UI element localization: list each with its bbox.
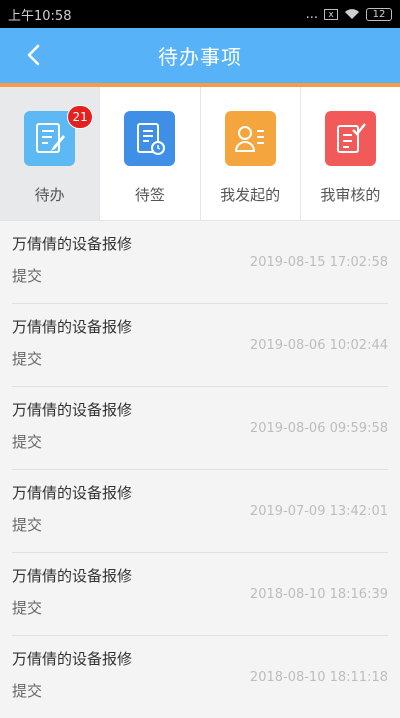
status-icons: ... x 12: [306, 7, 392, 22]
item-action: 提交: [12, 350, 43, 368]
list-item[interactable]: 万倩倩的设备报修 提交 2018-08-10 18:11:18: [12, 636, 388, 718]
tab-reviewed[interactable]: 我审核的: [301, 87, 400, 220]
item-action: 提交: [12, 433, 43, 451]
battery-icon: 12: [366, 7, 392, 21]
item-title: 万倩倩的设备报修: [12, 235, 133, 253]
tab-reviewed-tile: [324, 111, 376, 166]
item-title: 万倩倩的设备报修: [12, 567, 133, 585]
notification-box-icon: x: [324, 8, 338, 20]
tab-to-sign-label: 待签: [134, 186, 165, 204]
wifi-icon: [345, 9, 359, 19]
list-item[interactable]: 万倩倩的设备报修 提交 2018-08-10 18:16:39: [12, 553, 388, 636]
tab-to-sign[interactable]: 待签: [100, 87, 201, 220]
item-action: 提交: [12, 516, 43, 534]
item-action: 提交: [12, 267, 43, 285]
page-title: 待办事项: [158, 45, 242, 69]
list-item[interactable]: 万倩倩的设备报修 提交 2019-08-15 17:02:58: [12, 221, 388, 304]
pending-count-badge: 21: [67, 105, 94, 129]
document-edit-icon: [35, 122, 65, 153]
tab-pending[interactable]: 21 待办: [0, 87, 101, 220]
list-item[interactable]: 万倩倩的设备报修 提交 2019-08-06 09:59:58: [12, 387, 388, 470]
task-list: 万倩倩的设备报修 提交 2019-08-15 17:02:58 万倩倩的设备报修…: [0, 221, 400, 718]
item-title: 万倩倩的设备报修: [12, 401, 133, 419]
item-timestamp: 2019-07-09 13:42:01: [249, 504, 388, 519]
person-list-icon: [235, 125, 265, 152]
status-time: 上午10:58: [8, 8, 72, 24]
header-bar: 待办事项: [0, 28, 400, 83]
tab-pending-tile: 21: [24, 105, 94, 166]
item-timestamp: 2019-08-06 09:59:58: [249, 421, 388, 436]
status-bar: 上午10:58 ... x 12: [0, 0, 400, 28]
tab-to-sign-tile: [124, 111, 176, 166]
item-action: 提交: [12, 682, 43, 700]
item-title: 万倩倩的设备报修: [12, 650, 133, 668]
item-timestamp: 2018-08-10 18:11:18: [249, 670, 388, 685]
item-title: 万倩倩的设备报修: [12, 484, 133, 502]
item-title: 万倩倩的设备报修: [12, 318, 133, 336]
tab-initiated-label: 我发起的: [220, 186, 281, 204]
tab-pending-label: 待办: [34, 186, 65, 204]
tab-reviewed-label: 我审核的: [320, 186, 381, 204]
list-item[interactable]: 万倩倩的设备报修 提交 2019-08-06 10:02:44: [12, 304, 388, 387]
tab-initiated[interactable]: 我发起的: [201, 87, 301, 220]
item-timestamp: 2019-08-06 10:02:44: [249, 338, 388, 353]
more-dots-icon: ...: [305, 6, 318, 22]
back-arrow-icon[interactable]: [22, 42, 48, 68]
document-clock-icon: [136, 122, 165, 155]
item-action: 提交: [12, 599, 43, 617]
item-timestamp: 2018-08-10 18:16:39: [249, 587, 388, 602]
list-item[interactable]: 万倩倩的设备报修 提交 2019-07-09 13:42:01: [12, 470, 388, 553]
tab-initiated-tile: [224, 111, 276, 166]
item-timestamp: 2019-08-15 17:02:58: [249, 255, 388, 270]
category-tabs: 21 待办 待签 我发起的 我审核的: [0, 87, 400, 221]
document-check-icon: [337, 122, 367, 153]
